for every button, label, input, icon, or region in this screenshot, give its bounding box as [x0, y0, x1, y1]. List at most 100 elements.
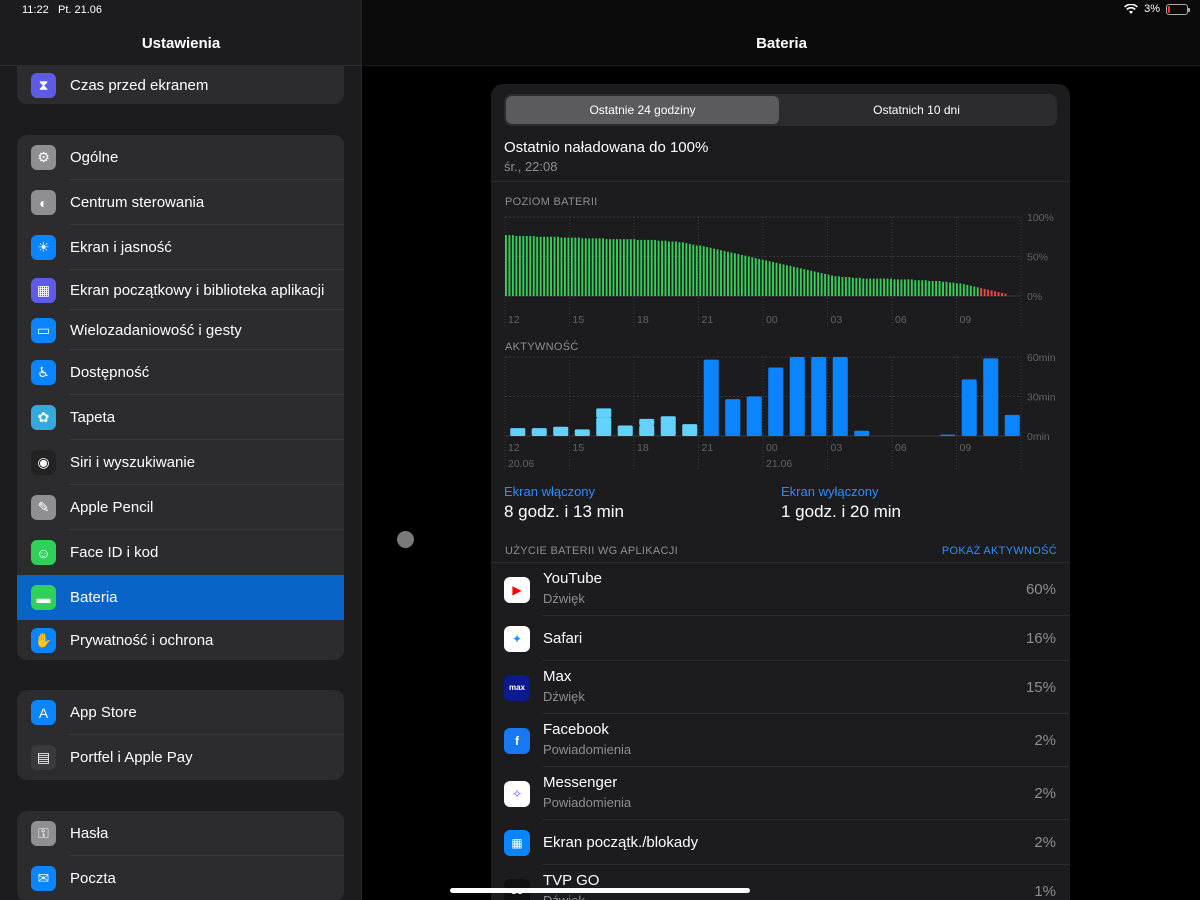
segment-last-24h[interactable]: Ostatnie 24 godziny	[506, 96, 779, 124]
app-usage-percent: 15%	[1025, 678, 1056, 696]
y-tick-label: 100%	[1027, 212, 1054, 224]
battery-bar	[619, 239, 622, 296]
sidebar-item-label: Ogólne	[70, 149, 119, 166]
sidebar-item[interactable]: ◐ Centrum sterowania	[17, 180, 344, 225]
sidebar-item[interactable]: A App Store	[17, 690, 344, 735]
battery-bar	[723, 250, 726, 296]
sidebar-item[interactable]: ✉ Poczta	[17, 856, 344, 900]
battery-bar	[893, 279, 896, 296]
battery-bar	[959, 283, 962, 296]
battery-bar	[855, 277, 858, 296]
sidebar-item-label: Centrum sterowania	[70, 194, 205, 211]
x-tick-label: 21	[702, 314, 714, 326]
battery-bar	[674, 241, 677, 296]
sidebar-item[interactable]: ▤ Portfel i Apple Pay	[17, 735, 344, 780]
app-usage-subtitle: Powiadomienia	[543, 795, 632, 810]
battery-bar	[806, 269, 809, 296]
youtube-icon: ▶	[504, 576, 530, 603]
battery-bar	[685, 243, 688, 296]
battery-bar	[890, 278, 892, 296]
activity-bar	[510, 428, 526, 436]
battery-bar	[817, 272, 820, 296]
battery-bar	[987, 289, 990, 296]
activity-bar	[983, 358, 999, 436]
activity-bar	[682, 424, 698, 436]
battery-level-chart[interactable]: 100% 50% 0% 12 15 18 21 00 03 06 09	[491, 204, 1070, 334]
sidebar-item-label: Face ID i kod	[70, 544, 159, 561]
y-tick-label: 30min	[1027, 392, 1056, 404]
battery-bar	[716, 249, 719, 296]
home-indicator[interactable]	[450, 888, 750, 893]
battery-bar	[976, 287, 979, 296]
sidebar-item[interactable]: ✋ Prywatność i ochrona	[17, 620, 344, 660]
battery-bar	[577, 237, 580, 296]
show-activity-link[interactable]: POKAŻ AKTYWNOŚĆ	[942, 545, 1057, 557]
battery-bar	[737, 254, 740, 296]
sun-icon: ☀	[31, 235, 56, 260]
battery-bar	[758, 258, 761, 296]
date-label: 21.06	[766, 458, 792, 470]
sidebar-item[interactable]: ▭ Wielozadaniowość i gesty	[17, 310, 344, 350]
battery-bar	[883, 278, 886, 296]
sidebar-item[interactable]: ▬ Bateria	[17, 575, 344, 620]
activity-bar	[553, 426, 569, 436]
battery-bar	[799, 268, 802, 296]
safari-icon: ✦	[504, 625, 530, 652]
sidebar-item[interactable]: ⧗ Czas przed ekranem	[17, 66, 344, 104]
app-usage-row[interactable]: ▦ Ekran początk./blokady 2%	[491, 820, 1070, 865]
activity-bar	[789, 357, 805, 436]
battery-bar	[765, 260, 768, 296]
battery-bar	[775, 262, 778, 296]
battery-bar	[706, 247, 709, 296]
battery-bar	[1004, 293, 1007, 296]
battery-bar	[879, 278, 882, 296]
sidebar-item[interactable]: ♿ Dostępność	[17, 350, 344, 395]
battery-bar	[865, 278, 868, 296]
siri-icon: ◉	[31, 450, 56, 475]
sidebar-item-label: Tapeta	[70, 409, 116, 426]
sidebar-item[interactable]: ⚙ Ogólne	[17, 135, 344, 180]
battery-bar	[553, 236, 556, 296]
sidebar-item[interactable]: ✿ Tapeta	[17, 395, 344, 440]
app-usage-subtitle: Dźwięk	[543, 591, 585, 606]
gear-icon: ⚙	[31, 145, 56, 170]
battery-bar	[834, 276, 837, 296]
segment-last-10d[interactable]: Ostatnich 10 dni	[780, 96, 1053, 124]
app-name: TVP GO	[543, 872, 600, 889]
sidebar-item[interactable]: ☀ Ekran i jasność	[17, 225, 344, 270]
y-tick-label: 0min	[1027, 431, 1050, 443]
app-usage-percent: 1%	[1034, 882, 1056, 900]
app-usage-row[interactable]: ✦ Safari 16%	[491, 616, 1070, 661]
sidebar-item[interactable]: ◉ Siri i wyszukiwanie	[17, 440, 344, 485]
app-usage-row[interactable]: GOTVP GODźwięk1%	[491, 865, 1070, 900]
x-tick-label: 12	[508, 314, 520, 326]
battery-bar	[907, 279, 910, 296]
battery-bar	[584, 238, 587, 296]
sidebar-item[interactable]: ☺ Face ID i kod	[17, 530, 344, 575]
activity-chart[interactable]: 60min 30min 0min 12 15 18 21 00 03 06 09 20.06 21.06	[491, 349, 1070, 479]
battery-bar	[643, 239, 646, 296]
app-usage-row[interactable]: ✧ Messenger Powiadomienia 2%	[491, 767, 1070, 820]
battery-bar	[803, 269, 806, 296]
battery-bar	[681, 242, 684, 296]
app-usage-subtitle: Dźwięk	[543, 689, 585, 704]
sidebar-item[interactable]: ▦ Ekran początkowy i biblioteka aplikacji	[17, 270, 344, 310]
activity-bar	[961, 379, 977, 436]
sidebar-item-label: Ekran początkowy i biblioteka aplikacji	[70, 281, 325, 299]
battery-bar	[709, 247, 712, 296]
battery-bar	[900, 279, 903, 296]
app-name: Max	[543, 668, 572, 685]
sidebar-title: Ustawienia	[141, 35, 221, 52]
assistive-touch-dot[interactable]	[397, 531, 414, 548]
app-usage-row[interactable]: ▶ YouTube Dźwięk 60%	[491, 563, 1070, 616]
app-usage-row[interactable]: max Max Dźwięk 15%	[491, 661, 1070, 714]
battery-bar	[796, 267, 799, 296]
x-tick-label: 00	[766, 314, 778, 326]
app-usage-percent: 2%	[1034, 833, 1056, 851]
sidebar-item[interactable]: ✎ Apple Pencil	[17, 485, 344, 530]
x-tick-label: 15	[573, 314, 585, 326]
app-usage-row[interactable]: f Facebook Powiadomienia 2%	[491, 714, 1070, 767]
battery-bar	[844, 277, 847, 296]
sidebar-item-label: Apple Pencil	[70, 499, 154, 516]
sidebar-item[interactable]: ⚿ Hasła	[17, 811, 344, 856]
